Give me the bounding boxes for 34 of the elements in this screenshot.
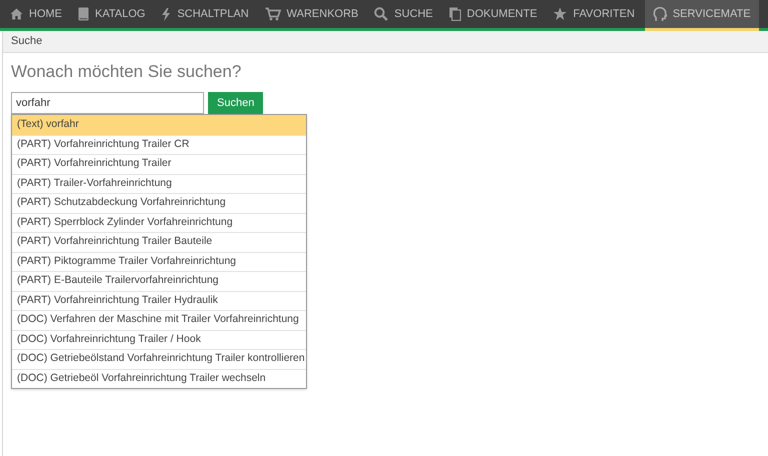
nav-tab[interactable]: KATALOG bbox=[72, 0, 152, 28]
breadcrumb-link[interactable]: Suche bbox=[11, 33, 42, 50]
suggestion-item[interactable]: (DOC) Verfahren der Maschine mit Trailer Vorfahreinrichtung bbox=[12, 310, 306, 330]
search-field[interactable]: vorfahr bbox=[11, 92, 204, 114]
star-icon bbox=[553, 7, 568, 21]
cart-icon bbox=[264, 7, 281, 21]
suggestion-item[interactable]: (PART) Vorfahreinrichtung Trailer CR bbox=[12, 134, 306, 154]
suggestion-item[interactable]: (PART) Vorfahreinrichtung Trailer bbox=[12, 154, 306, 174]
suggestion-item[interactable]: (Text) vorfahr bbox=[12, 115, 306, 134]
page-heading: Wonach möchten Sie suchen? bbox=[11, 62, 242, 82]
suggestion-item[interactable]: (PART) Vorfahreinrichtung Trailer Bauteile bbox=[12, 232, 306, 252]
home-icon bbox=[10, 8, 23, 20]
bolt-icon bbox=[161, 8, 172, 20]
documents-icon bbox=[448, 7, 461, 21]
suggestion-item[interactable]: (DOC) Vorfahreinrichtung Trailer / Hook bbox=[12, 330, 306, 349]
nav-tab[interactable]: HOME bbox=[4, 0, 68, 28]
search-icon bbox=[374, 7, 388, 21]
suggestion-item[interactable]: (PART) Sperrblock Zylinder Vorfahreinrichtung bbox=[12, 212, 306, 232]
book-icon bbox=[78, 7, 89, 21]
nav-tab[interactable]: SCHALTPLAN bbox=[155, 0, 255, 28]
suggestion-item[interactable]: (DOC) Getriebeöl Vorfahreinrichtung Trailer wechseln bbox=[12, 368, 306, 388]
nav-tab[interactable]: WARENKORB bbox=[258, 0, 364, 28]
suggestion-item[interactable]: (PART) Trailer-Vorfahreinrichtung bbox=[12, 174, 306, 193]
suggestion-item[interactable]: (PART) Piktogramme Trailer Vorfahreinrichtung bbox=[12, 252, 306, 271]
nav-tab[interactable]: SERVICEMATE bbox=[644, 0, 759, 31]
suggestion-item[interactable]: (DOC) Getriebeölstand Vorfahreinrichtung Trailer kontrollieren bbox=[12, 349, 306, 368]
search-button[interactable]: Suchen bbox=[208, 92, 264, 114]
head-icon bbox=[652, 6, 667, 22]
nav-tab[interactable]: DOKUMENTE bbox=[442, 0, 544, 28]
nav-tab[interactable]: SUCHE bbox=[368, 0, 439, 28]
suggestion-item[interactable]: (PART) Schutzabdeckung Vorfahreinrichtung bbox=[12, 193, 306, 212]
suggestion-item[interactable]: (PART) E-Bauteile Trailervorfahreinrichtung bbox=[12, 271, 306, 290]
suggestion-item[interactable]: (PART) Vorfahreinrichtung Trailer Hydraulik bbox=[12, 290, 306, 310]
nav-tab[interactable]: FAVORITEN bbox=[547, 0, 641, 28]
